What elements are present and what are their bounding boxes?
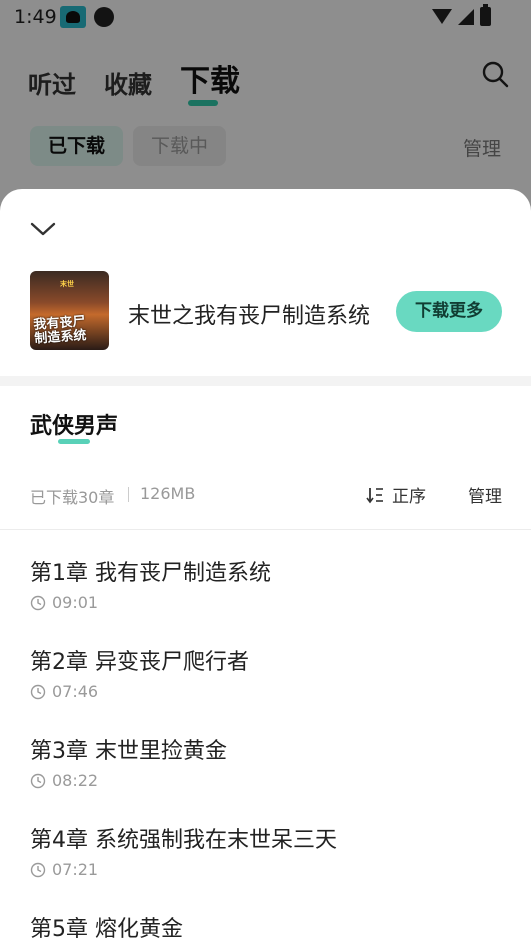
chapter-duration: 08:22 bbox=[30, 771, 98, 790]
clock-icon bbox=[30, 684, 46, 699]
duration-text: 07:21 bbox=[52, 860, 99, 879]
duration-text: 09:01 bbox=[52, 593, 99, 612]
chapter-item[interactable]: 第3章 末世里捡黄金 08:22 bbox=[30, 733, 502, 805]
chapter-duration: 07:46 bbox=[30, 682, 98, 701]
clock-icon bbox=[30, 773, 46, 788]
chevron-down-icon[interactable] bbox=[30, 219, 56, 239]
chapter-item[interactable]: 第4章 系统强制我在末世呆三天 07:21 bbox=[30, 822, 502, 894]
sheet-manage-button[interactable]: 管理 bbox=[468, 482, 502, 507]
cover-badge: 末世 bbox=[60, 280, 74, 288]
section-divider bbox=[0, 376, 531, 386]
clock-icon bbox=[30, 595, 46, 610]
sort-button[interactable]: 正序 bbox=[366, 482, 426, 507]
chapter-title: 第4章 系统强制我在末世呆三天 bbox=[30, 828, 337, 853]
chapter-item[interactable]: 第2章 异变丧尸爬行者 07:46 bbox=[30, 644, 502, 716]
narrator-title: 武侠男声 bbox=[30, 408, 118, 444]
info-separator bbox=[128, 487, 129, 502]
download-more-button[interactable]: 下载更多 bbox=[396, 291, 502, 332]
chapter-title: 第5章 熔化黄金 bbox=[30, 917, 183, 942]
duration-text: 08:22 bbox=[52, 771, 99, 790]
chapter-duration: 09:01 bbox=[30, 593, 98, 612]
chapter-item[interactable]: 第5章 熔化黄金 bbox=[30, 911, 502, 944]
chapter-title: 第2章 异变丧尸爬行者 bbox=[30, 650, 249, 675]
list-divider bbox=[0, 529, 531, 530]
chapter-item[interactable]: 第1章 我有丧尸制造系统 09:01 bbox=[30, 555, 502, 627]
cover-art-text: 我有丧尸 制造系统 bbox=[33, 314, 87, 347]
duration-text: 07:46 bbox=[52, 682, 99, 701]
sort-order-icon bbox=[366, 487, 383, 503]
download-info-row: 已下载30章 126MB 正序 管理 bbox=[30, 482, 502, 508]
album-cover[interactable]: 末世 我有丧尸 制造系统 bbox=[30, 271, 109, 350]
chapter-title: 第1章 我有丧尸制造系统 bbox=[30, 561, 271, 586]
downloaded-count: 已下载30章 bbox=[30, 488, 115, 507]
album-bottom-sheet: 末世 我有丧尸 制造系统 末世之我有丧尸制造系统 下载更多 武侠男声 已下载30章… bbox=[0, 189, 531, 944]
sort-label: 正序 bbox=[392, 487, 426, 507]
clock-icon bbox=[30, 862, 46, 877]
chapter-duration: 07:21 bbox=[30, 860, 98, 879]
chapter-title: 第3章 末世里捡黄金 bbox=[30, 739, 227, 764]
album-header: 末世 我有丧尸 制造系统 末世之我有丧尸制造系统 下载更多 bbox=[30, 271, 502, 351]
download-size: 126MB bbox=[140, 484, 196, 503]
album-title[interactable]: 末世之我有丧尸制造系统 bbox=[128, 298, 370, 330]
